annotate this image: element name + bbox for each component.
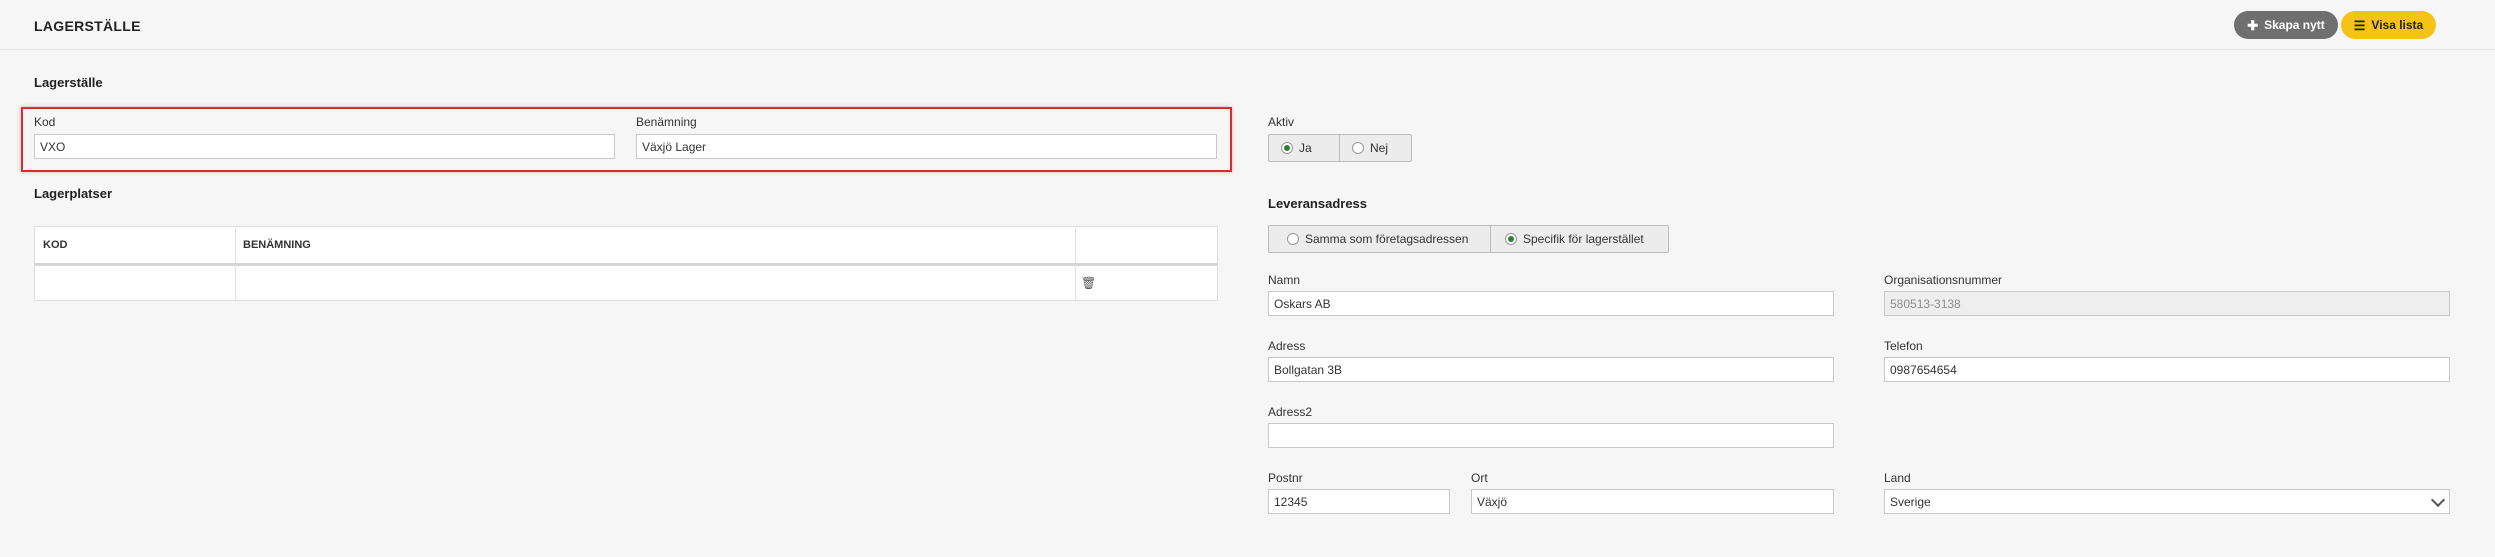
chevron-down-icon (2430, 492, 2446, 508)
radio-unselected-icon (1287, 233, 1299, 245)
ort-label: Ort (1471, 471, 1488, 485)
namn-label: Namn (1268, 273, 1301, 287)
plus-icon: ✚ (2247, 17, 2259, 33)
top-bar: LAGERSTÄLLE ✚ Skapa nytt ☰ Visa lista (0, 0, 2495, 50)
aktiv-option-ja-label: Ja (1299, 141, 1312, 155)
column-header-actions (1075, 227, 1219, 263)
aktiv-option-ja[interactable]: Ja (1269, 135, 1339, 161)
postnr-label: Postnr (1268, 471, 1303, 485)
leverans-option-specifik[interactable]: Specifik för lagerstället (1490, 226, 1668, 252)
radio-selected-icon (1505, 233, 1517, 245)
kod-input[interactable]: VXO (34, 134, 615, 159)
adress-input[interactable]: Bollgatan 3B (1268, 357, 1834, 382)
show-list-label: Visa lista (2371, 18, 2424, 32)
column-header-benamning: BENÄMNING (243, 239, 311, 251)
section-title-lagerplatser: Lagerplatser (34, 186, 113, 201)
leverans-option-samma-label: Samma som företagsadressen (1305, 232, 1469, 246)
aktiv-option-nej[interactable]: Nej (1339, 135, 1411, 161)
aktiv-toggle: Ja Nej (1268, 134, 1412, 162)
namn-input[interactable]: Oskars AB (1268, 291, 1834, 316)
ort-input[interactable]: Växjö (1471, 489, 1834, 514)
org-label: Organisationsnummer (1884, 273, 2003, 287)
create-new-label: Skapa nytt (2264, 18, 2325, 32)
land-label: Land (1884, 471, 1911, 485)
adress2-label: Adress2 (1268, 405, 1313, 419)
radio-unselected-icon (1352, 142, 1364, 154)
table-cell-kod[interactable] (35, 266, 235, 301)
trash-icon[interactable]: 🗑 (1081, 276, 1096, 290)
list-icon: ☰ (2353, 17, 2366, 33)
land-select-value: Sverige (1890, 494, 1931, 509)
leverans-option-specifik-label: Specifik för lagerstället (1523, 232, 1644, 246)
land-select[interactable]: Sverige (1884, 489, 2450, 514)
create-new-button[interactable]: ✚ Skapa nytt (2234, 11, 2338, 39)
leverans-option-samma[interactable]: Samma som företagsadressen (1269, 226, 1490, 252)
table-cell-benamning[interactable] (235, 266, 1075, 301)
page-title: LAGERSTÄLLE (34, 18, 141, 34)
section-title-leveransadress: Leveransadress (1268, 196, 1368, 211)
leverans-toggle: Samma som företagsadressen Specifik för … (1268, 225, 1669, 253)
column-header-kod: KOD (43, 239, 68, 251)
postnr-input[interactable]: 12345 (1268, 489, 1450, 514)
radio-selected-icon (1281, 142, 1293, 154)
telefon-label: Telefon (1884, 339, 1923, 353)
org-input: 580513-3138 (1884, 291, 2450, 316)
section-title-lagerstalle: Lagerställe (34, 75, 103, 90)
lagerplatser-table: KOD BENÄMNING 🗑 (34, 226, 1218, 301)
aktiv-label: Aktiv (1268, 115, 1295, 129)
show-list-button[interactable]: ☰ Visa lista (2341, 11, 2436, 39)
adress-label: Adress (1268, 339, 1306, 353)
benamning-input[interactable]: Växjö Lager (636, 134, 1217, 159)
adress2-input[interactable] (1268, 423, 1834, 448)
kod-label: Kod (34, 115, 56, 129)
telefon-input[interactable]: 0987654654 (1884, 357, 2450, 382)
benamning-label: Benämning (636, 115, 697, 129)
aktiv-option-nej-label: Nej (1370, 141, 1389, 155)
column-divider (1075, 227, 1076, 300)
